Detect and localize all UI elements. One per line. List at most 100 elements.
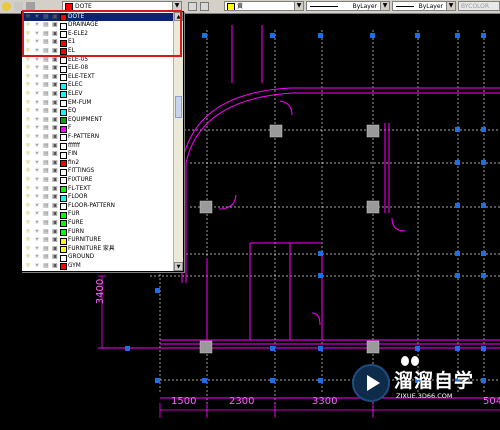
viewport-freeze-icon[interactable]: ▤ xyxy=(43,108,49,114)
lightbulb-icon[interactable]: ☼ xyxy=(25,56,31,63)
layer-color-swatch[interactable] xyxy=(60,125,67,133)
lock-icon[interactable]: ▣ xyxy=(52,82,58,88)
viewport-freeze-icon[interactable]: ▤ xyxy=(43,151,49,157)
lock-icon[interactable]: ▣ xyxy=(52,99,58,106)
layer-color-swatch[interactable] xyxy=(60,14,67,21)
sun-freeze-icon[interactable]: ☀ xyxy=(34,13,40,20)
layer-item[interactable]: ☼ ☀ ▤ ▣ EQ xyxy=(22,107,173,116)
layer-item[interactable]: ☼ ☀ ▤ ▣ ELE-05 xyxy=(22,56,173,65)
sun-freeze-icon[interactable]: ☀ xyxy=(34,151,40,157)
sun-freeze-icon[interactable]: ☀ xyxy=(34,30,40,37)
lightbulb-icon[interactable]: ☼ xyxy=(25,142,31,149)
sun-freeze-icon[interactable]: ☀ xyxy=(34,99,40,106)
sun-freeze-icon[interactable]: ☀ xyxy=(34,82,40,88)
lightbulb-icon[interactable]: ☼ xyxy=(25,125,31,131)
chevron-down-icon[interactable]: ▼ xyxy=(294,2,303,10)
layer-color-swatch[interactable] xyxy=(60,39,67,47)
lock-icon[interactable]: ▣ xyxy=(52,13,58,20)
layer-item[interactable]: ☼ ☀ ▤ ▣ FUR xyxy=(22,210,173,219)
sun-freeze-icon[interactable]: ☀ xyxy=(34,168,40,174)
lineweight-combo[interactable]: ByLayer ▼ xyxy=(392,1,456,11)
lightbulb-icon[interactable]: ☼ xyxy=(25,237,31,243)
viewport-freeze-icon[interactable]: ▤ xyxy=(43,13,49,20)
layer-color-swatch[interactable] xyxy=(60,108,67,116)
sun-freeze-icon[interactable]: ☀ xyxy=(34,185,40,192)
viewport-freeze-icon[interactable]: ▤ xyxy=(43,30,49,37)
lock-icon[interactable]: ▣ xyxy=(52,56,58,63)
lightbulb-icon[interactable]: ☼ xyxy=(25,39,31,45)
viewport-freeze-icon[interactable]: ▤ xyxy=(43,168,49,174)
layer-item[interactable]: ☼ ☀ ▤ ▣ ffffff xyxy=(22,142,173,151)
linetype-combo[interactable]: ByLayer ▼ xyxy=(306,1,390,11)
layer-item[interactable]: ☼ ☀ ▤ ▣ F xyxy=(22,124,173,133)
viewport-freeze-icon[interactable]: ▤ xyxy=(43,56,49,63)
layer-item[interactable]: ☼ ☀ ▤ ▣ ELEV xyxy=(22,90,173,99)
chevron-down-icon[interactable]: ▼ xyxy=(380,2,389,10)
sun-freeze-icon[interactable]: ☀ xyxy=(34,262,40,269)
sun-freeze-icon[interactable]: ☀ xyxy=(34,116,40,123)
layer-color-swatch[interactable] xyxy=(60,48,67,56)
lightbulb-icon[interactable]: ☼ xyxy=(25,254,31,260)
layer-item[interactable]: ☼ ☀ ▤ ▣ FIN xyxy=(22,150,173,159)
lock-icon[interactable]: ▣ xyxy=(52,237,58,243)
sun-freeze-icon[interactable]: ☀ xyxy=(34,47,40,54)
viewport-freeze-icon[interactable]: ▤ xyxy=(43,82,49,88)
layer-color-swatch[interactable] xyxy=(60,186,67,193)
layer-item[interactable]: ☼ ☀ ▤ ▣ FL-TEXT xyxy=(22,185,173,194)
viewport-freeze-icon[interactable]: ▤ xyxy=(43,211,49,217)
layer-color-swatch[interactable] xyxy=(60,82,67,90)
viewport-freeze-icon[interactable]: ▤ xyxy=(43,237,49,243)
lock-icon[interactable]: ▣ xyxy=(52,228,58,235)
lock-icon[interactable]: ▣ xyxy=(52,142,58,149)
layer-item[interactable]: ☼ ☀ ▤ ▣ FURN xyxy=(22,228,173,237)
layer-color-swatch[interactable] xyxy=(60,168,67,176)
sun-freeze-icon[interactable]: ☀ xyxy=(34,211,40,217)
lightbulb-icon[interactable]: ☼ xyxy=(25,159,31,166)
layer-color-swatch[interactable] xyxy=(60,220,67,228)
layer-item[interactable]: ☼ ☀ ▤ ▣ E-ELE2 xyxy=(22,30,173,39)
lock-icon[interactable]: ▣ xyxy=(52,133,58,140)
viewport-freeze-icon[interactable]: ▤ xyxy=(43,47,49,54)
layer-item[interactable]: ☼ ☀ ▤ ▣ FLOOR-PATTERN xyxy=(22,202,173,211)
lock-icon[interactable]: ▣ xyxy=(52,211,58,217)
layer-color-swatch[interactable] xyxy=(60,91,67,99)
lock-icon[interactable]: ▣ xyxy=(52,194,58,200)
lock-icon[interactable]: ▣ xyxy=(52,254,58,260)
lightbulb-icon[interactable]: ☼ xyxy=(25,228,31,235)
lightbulb-icon[interactable]: ☼ xyxy=(25,22,31,28)
layer-color-swatch[interactable] xyxy=(60,74,67,82)
viewport-freeze-icon[interactable]: ▤ xyxy=(43,194,49,200)
layer-item[interactable]: ☼ ☀ ▤ ▣ GYM xyxy=(22,262,173,271)
viewport-freeze-icon[interactable]: ▤ xyxy=(43,159,49,166)
layer-color-swatch[interactable] xyxy=(60,134,67,142)
sun-freeze-icon[interactable]: ☀ xyxy=(34,125,40,131)
layer-freeze-icon[interactable] xyxy=(14,2,23,11)
layer-item[interactable]: ☼ ☀ ▤ ▣ DRAINAGE xyxy=(22,21,173,30)
layer-item[interactable]: ☼ ☀ ▤ ▣ FURNITURE xyxy=(22,236,173,245)
viewport-freeze-icon[interactable]: ▤ xyxy=(43,39,49,45)
layer-item[interactable]: ☼ ☀ ▤ ▣ ELEC xyxy=(22,81,173,90)
layer-item[interactable]: ☼ ☀ ▤ ▣ FURE xyxy=(22,219,173,228)
sun-freeze-icon[interactable]: ☀ xyxy=(34,219,40,226)
sun-freeze-icon[interactable]: ☀ xyxy=(34,65,40,71)
lightbulb-icon[interactable]: ☼ xyxy=(25,211,31,217)
lock-icon[interactable]: ▣ xyxy=(52,202,58,209)
sun-freeze-icon[interactable]: ☀ xyxy=(34,73,40,80)
viewport-freeze-icon[interactable]: ▤ xyxy=(43,116,49,123)
layer-color-swatch[interactable] xyxy=(60,65,67,73)
lock-icon[interactable]: ▣ xyxy=(52,262,58,269)
sun-freeze-icon[interactable]: ☀ xyxy=(34,228,40,235)
viewport-freeze-icon[interactable]: ▤ xyxy=(43,90,49,97)
viewport-freeze-icon[interactable]: ▤ xyxy=(43,142,49,149)
lightbulb-icon[interactable]: ☼ xyxy=(25,202,31,209)
chevron-down-icon[interactable]: ▼ xyxy=(446,2,455,10)
scroll-up-icon[interactable]: ▲ xyxy=(174,12,183,21)
layer-color-swatch[interactable] xyxy=(60,263,67,271)
lightbulb-icon[interactable]: ☼ xyxy=(25,151,31,157)
lightbulb-icon[interactable]: ☼ xyxy=(25,90,31,97)
viewport-freeze-icon[interactable]: ▤ xyxy=(43,99,49,106)
sun-freeze-icon[interactable]: ☀ xyxy=(34,133,40,140)
lightbulb-icon[interactable]: ☼ xyxy=(25,30,31,37)
sun-freeze-icon[interactable]: ☀ xyxy=(34,237,40,243)
layer-item[interactable]: ☼ ☀ ▤ ▣ FLOOR xyxy=(22,193,173,202)
